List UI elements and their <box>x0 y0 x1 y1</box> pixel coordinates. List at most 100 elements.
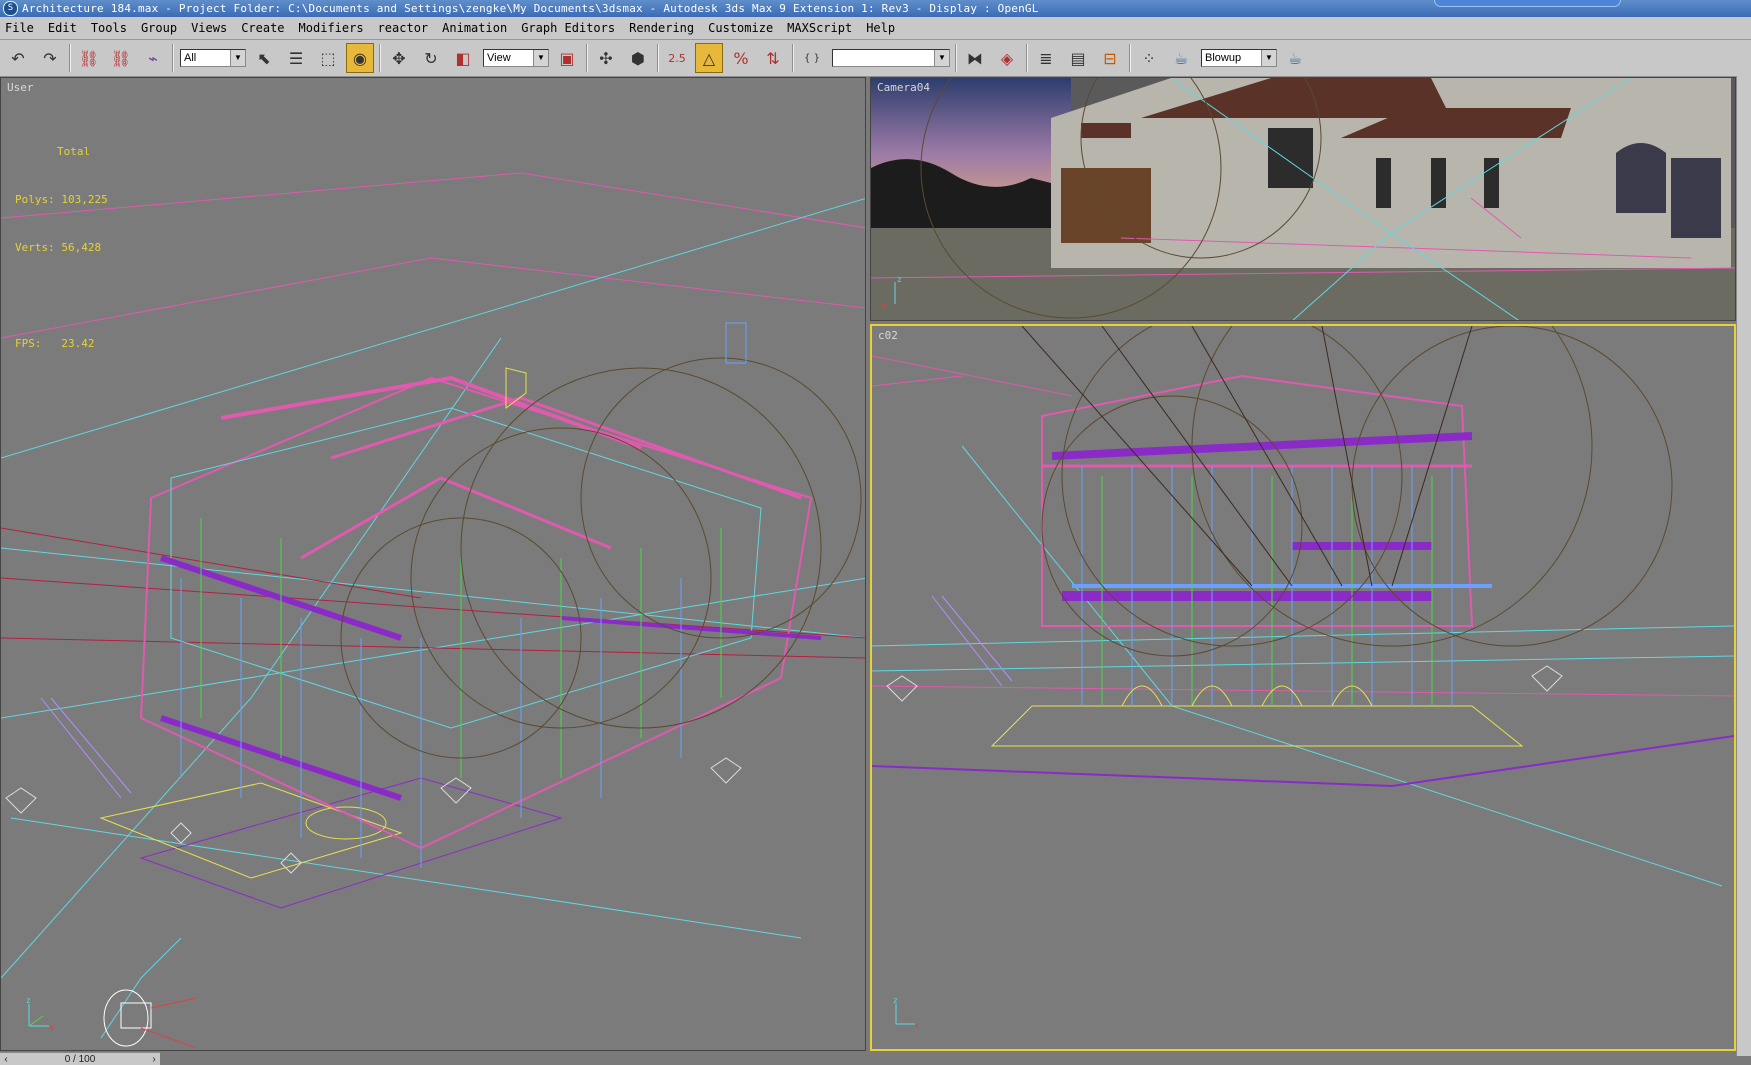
menu-tools[interactable]: Tools <box>84 21 134 35</box>
toolbar-separator <box>792 44 794 72</box>
toolbar-separator <box>1129 44 1131 72</box>
chevron-down-icon[interactable]: ▼ <box>230 50 245 66</box>
chevron-down-icon[interactable]: ▼ <box>1261 50 1276 66</box>
pivot-center-icon[interactable]: ▣ <box>553 43 581 73</box>
fps-value: 23.42 <box>61 337 95 350</box>
menu-bar: File Edit Tools Group Views Create Modif… <box>0 17 1751 40</box>
window-crossing-icon[interactable]: ◉ <box>346 43 374 73</box>
axis-tripod-icon: z x <box>26 996 54 1032</box>
menu-edit[interactable]: Edit <box>41 21 84 35</box>
select-and-link-icon[interactable]: ⛓ <box>75 43 103 73</box>
axis-tripod-icon: z x <box>881 275 902 310</box>
chevron-down-icon[interactable]: ▼ <box>533 50 548 66</box>
undo-icon[interactable]: ↶ <box>4 43 32 73</box>
camera-gizmo <box>103 989 197 1049</box>
percent-snap-icon[interactable]: % <box>727 43 755 73</box>
redo-icon[interactable]: ↷ <box>36 43 64 73</box>
chevron-down-icon[interactable]: ▼ <box>934 50 949 66</box>
menu-rendering[interactable]: Rendering <box>622 21 701 35</box>
toolbar-separator <box>69 44 71 72</box>
named-selection-dropdown[interactable]: ▼ <box>832 49 950 67</box>
menu-group[interactable]: Group <box>134 21 184 35</box>
menu-modifiers[interactable]: Modifiers <box>292 21 371 35</box>
curve-editor-icon[interactable]: ▤ <box>1064 43 1092 73</box>
select-object-icon[interactable]: ⬉ <box>250 43 278 73</box>
window-title: Architecture 184.max - Project Folder: C… <box>22 2 1039 15</box>
svg-text:x: x <box>49 1023 54 1032</box>
select-and-rotate-icon[interactable]: ↻ <box>417 43 445 73</box>
polys-label: Polys: <box>15 193 55 206</box>
window-controls[interactable] <box>1434 0 1621 7</box>
rectangular-selection-icon[interactable]: ⬚ <box>314 43 342 73</box>
keyboard-shortcut-override-icon[interactable]: ⬢ <box>624 43 652 73</box>
angle-snap-toggle-icon[interactable]: △ <box>695 43 723 73</box>
menu-graph-editors[interactable]: Graph Editors <box>514 21 622 35</box>
svg-text:x: x <box>881 301 886 310</box>
polys-count: 103,225 <box>61 193 108 206</box>
viewport-label-user[interactable]: User <box>7 81 34 94</box>
3ds-max-logo-icon[interactable]: S <box>3 1 18 16</box>
selection-filter-value: All <box>184 52 197 64</box>
select-by-name-icon[interactable]: ☰ <box>282 43 310 73</box>
reference-coordinate-dropdown[interactable]: View ▼ <box>483 49 549 67</box>
menu-maxscript[interactable]: MAXScript <box>780 21 859 35</box>
unlink-selection-icon[interactable]: ⛓ <box>107 43 135 73</box>
toolbar-separator <box>586 44 588 72</box>
bind-to-space-warp-icon[interactable]: ⌁ <box>139 43 167 73</box>
chevron-left-icon[interactable]: ‹ <box>0 1054 12 1065</box>
select-and-manipulate-icon[interactable]: ✣ <box>592 43 620 73</box>
render-type-dropdown[interactable]: Blowup ▼ <box>1201 49 1277 67</box>
select-and-scale-icon[interactable]: ◧ <box>449 43 477 73</box>
viewport-camera04[interactable]: Camera04 z x <box>870 77 1736 321</box>
render-type-value: Blowup <box>1205 52 1242 64</box>
quick-render-icon[interactable]: ☕ <box>1281 43 1309 73</box>
menu-file[interactable]: File <box>0 21 41 35</box>
viewport-label-c02[interactable]: c02 <box>878 329 898 342</box>
schematic-view-icon[interactable]: ⊟ <box>1096 43 1124 73</box>
svg-text:z: z <box>893 996 898 1005</box>
snap-label: 2.5 <box>668 51 686 65</box>
chevron-right-icon[interactable]: › <box>148 1054 160 1065</box>
menu-create[interactable]: Create <box>234 21 291 35</box>
viewport-user[interactable]: User Total Polys: 103,225 Verts: 56,428 … <box>0 77 866 1051</box>
mirror-icon[interactable]: ⧓ <box>961 43 989 73</box>
menu-help[interactable]: Help <box>859 21 902 35</box>
edit-named-selection-icon[interactable]: { } <box>798 43 826 73</box>
menu-reactor[interactable]: reactor <box>371 21 436 35</box>
axis-tripod-icon: z x <box>893 996 919 1030</box>
time-slider-position: 0 / 100 <box>64 1053 96 1065</box>
layer-manager-icon[interactable]: ≣ <box>1032 43 1060 73</box>
material-editor-icon[interactable]: ⁘ <box>1135 43 1163 73</box>
stats-header: Total <box>57 145 91 158</box>
align-icon[interactable]: ◈ <box>993 43 1021 73</box>
toolbar-separator <box>955 44 957 72</box>
spinner-snap-icon[interactable]: ⇅ <box>759 43 787 73</box>
time-slider[interactable]: ‹ 0 / 100 › <box>0 1052 160 1065</box>
menu-views[interactable]: Views <box>184 21 234 35</box>
menu-animation[interactable]: Animation <box>435 21 514 35</box>
wireframe-scene-user <box>1 172 865 1049</box>
reference-coordinate-value: View <box>487 52 511 64</box>
viewport-label-camera04[interactable]: Camera04 <box>877 81 930 94</box>
viewport-c02[interactable]: c02 z x <box>870 324 1736 1051</box>
toolbar-separator <box>172 44 174 72</box>
toolbar-separator <box>1026 44 1028 72</box>
snaps-toggle-icon[interactable]: 2.5 <box>663 43 691 73</box>
wireframe-scene-c02 <box>872 326 1734 887</box>
command-panel-edge[interactable] <box>1736 76 1751 1056</box>
svg-text:z: z <box>897 275 902 284</box>
shaded-render-camera04 <box>871 78 1735 320</box>
svg-text:x: x <box>914 1021 919 1030</box>
title-bar: S Architecture 184.max - Project Folder:… <box>0 0 1751 17</box>
select-and-move-icon[interactable]: ✥ <box>385 43 413 73</box>
main-toolbar: ↶ ↷ ⛓ ⛓ ⌁ All ▼ ⬉ ☰ ⬚ ◉ ✥ ↻ ◧ View ▼ ▣ ✣… <box>0 40 1751 77</box>
statistics-overlay: Total Polys: 103,225 Verts: 56,428 FPS: … <box>15 112 108 384</box>
render-scene-dialog-icon[interactable]: ☕ <box>1167 43 1195 73</box>
selection-filter-dropdown[interactable]: All ▼ <box>180 49 246 67</box>
verts-count: 56,428 <box>61 241 102 254</box>
menu-customize[interactable]: Customize <box>701 21 780 35</box>
fps-label: FPS: <box>15 337 42 350</box>
verts-label: Verts: <box>15 241 55 254</box>
svg-text:z: z <box>26 996 31 1005</box>
toolbar-separator <box>657 44 659 72</box>
